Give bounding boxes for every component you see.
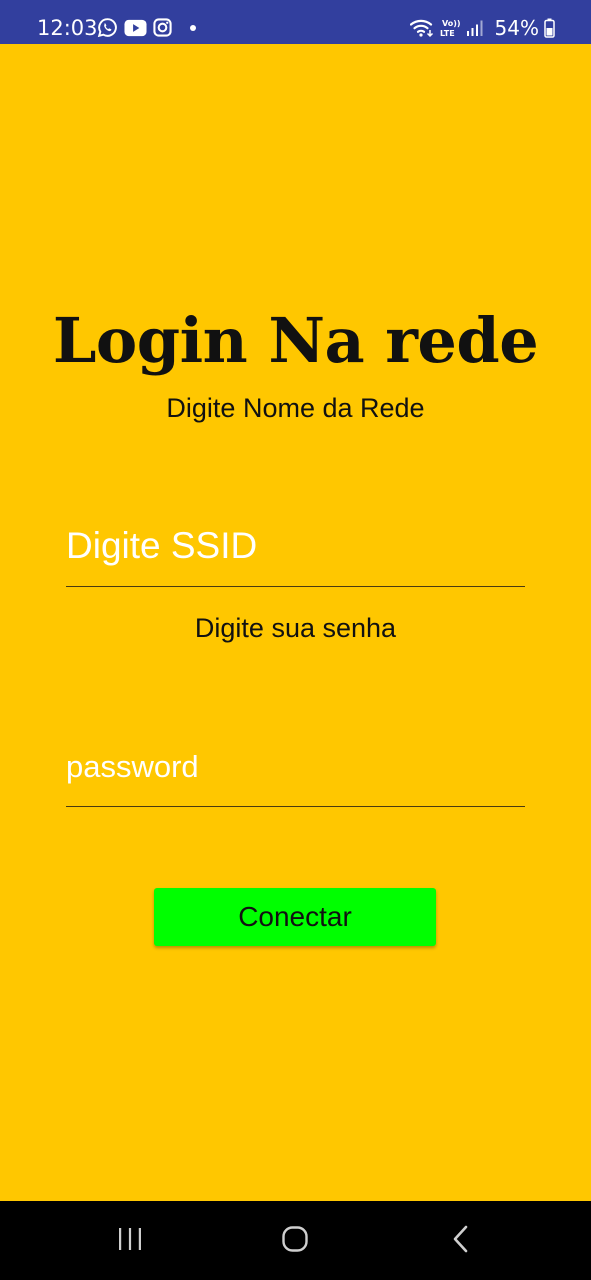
status-bar: 12:03 Vo)) LTE 54%	[0, 0, 591, 44]
whatsapp-icon	[97, 17, 118, 38]
battery-icon	[544, 18, 555, 38]
notification-icons	[97, 17, 196, 38]
connect-button[interactable]: Conectar	[154, 888, 436, 946]
youtube-icon	[124, 19, 147, 37]
ssid-input[interactable]	[66, 506, 525, 587]
recents-button[interactable]	[106, 1221, 154, 1261]
instagram-icon	[153, 18, 172, 37]
status-time: 12:03	[37, 16, 98, 40]
signal-icon	[466, 19, 484, 37]
volte-label-top: Vo))	[442, 19, 461, 28]
notification-dot	[190, 24, 196, 31]
battery-percent: 54%	[494, 16, 539, 40]
recents-icon	[115, 1226, 145, 1257]
password-input[interactable]	[66, 728, 525, 807]
home-icon	[281, 1225, 309, 1258]
network-name-label: Digite Nome da Rede	[166, 393, 425, 423]
back-icon	[451, 1225, 471, 1258]
volte-icon: Vo)) LTE	[439, 17, 461, 39]
volte-label-bottom: LTE	[440, 29, 455, 38]
system-icons: Vo)) LTE 54%	[409, 15, 555, 41]
password-label: Digite sua senha	[194, 613, 397, 643]
login-screen: Login Na rede Digite Nome da Rede Digite…	[0, 44, 591, 1201]
home-button[interactable]	[271, 1221, 319, 1261]
back-button[interactable]	[437, 1221, 485, 1261]
wifi-icon	[409, 18, 434, 38]
page-title: Login Na rede	[52, 304, 539, 377]
navigation-bar	[0, 1201, 591, 1280]
